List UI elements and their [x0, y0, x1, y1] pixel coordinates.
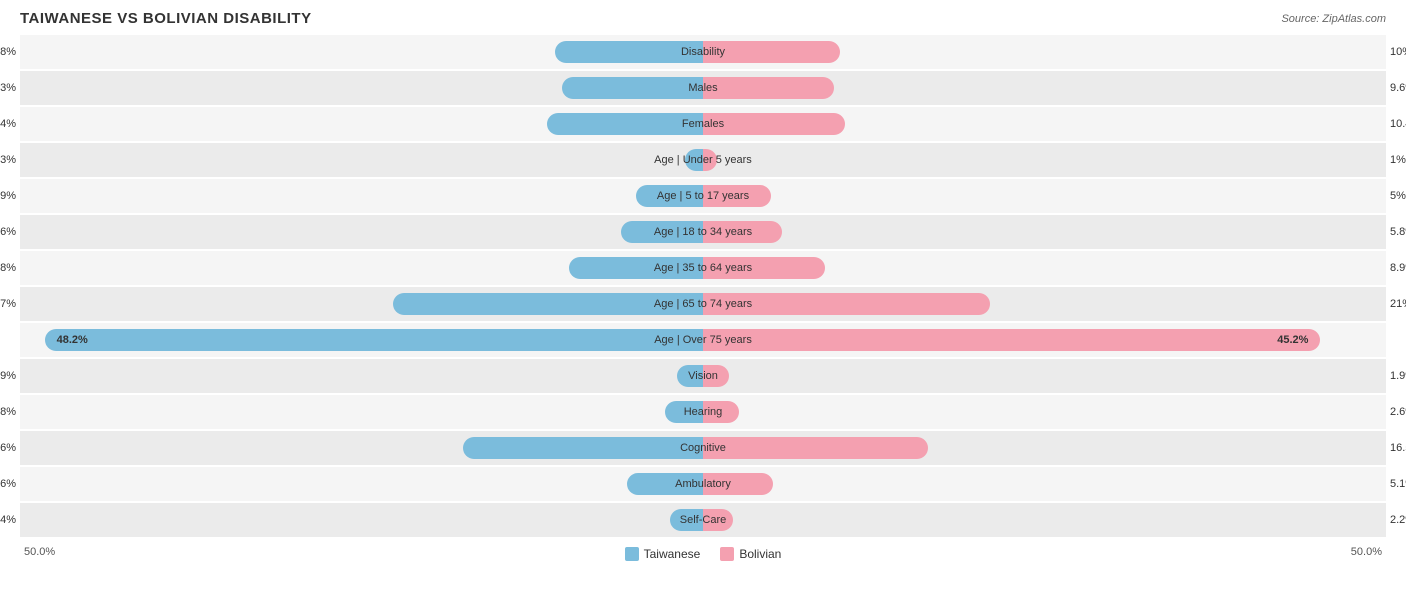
bar-row: 4.9%Age | 5 to 17 years5% — [20, 179, 1386, 213]
legend-bolivian: Bolivian — [720, 547, 781, 561]
bar-row: 11.4%Females10.4% — [20, 107, 1386, 141]
right-value: 21% — [1386, 298, 1406, 310]
left-value: 9.8% — [0, 262, 20, 274]
right-value: 9.6% — [1386, 82, 1406, 94]
left-value: 2.8% — [0, 406, 20, 418]
bar-row: 5.6%Ambulatory5.1% — [20, 467, 1386, 501]
right-value: 5.1% — [1386, 478, 1406, 490]
bolivian-label: Bolivian — [739, 547, 781, 561]
chart-container: 10.8%Disability10%10.3%Males9.6%11.4%Fem… — [20, 35, 1386, 537]
bar-row: 10.8%Disability10% — [20, 35, 1386, 69]
left-value: 1.3% — [0, 154, 20, 166]
right-value: 8.9% — [1386, 262, 1406, 274]
legend: Taiwanese Bolivian — [625, 547, 782, 561]
left-value: 10.3% — [0, 82, 20, 94]
bar-row: 2.4%Self-Care2.2% — [20, 503, 1386, 537]
left-value: 11.4% — [0, 118, 20, 130]
right-value: 2.6% — [1386, 406, 1406, 418]
right-value: 1% — [1386, 154, 1406, 166]
right-value: 5% — [1386, 190, 1406, 202]
footer-left-value: 50.0% — [24, 546, 55, 558]
left-value: 48.2% — [57, 334, 92, 346]
left-value: 17.6% — [0, 442, 20, 454]
left-value: 5.6% — [0, 478, 20, 490]
bar-row: 9.8%Age | 35 to 64 years8.9% — [20, 251, 1386, 285]
bar-row: 6%Age | 18 to 34 years5.8% — [20, 215, 1386, 249]
right-value: 5.8% — [1386, 226, 1406, 238]
bar-row: 48.2%Age | Over 75 years45.2% — [20, 323, 1386, 357]
footer-right-value: 50.0% — [1351, 546, 1382, 558]
legend-taiwanese: Taiwanese — [625, 547, 701, 561]
bar-row: 22.7%Age | 65 to 74 years21% — [20, 287, 1386, 321]
bar-row: 17.6%Cognitive16.5% — [20, 431, 1386, 465]
right-value: 1.9% — [1386, 370, 1406, 382]
bar-row: 10.3%Males9.6% — [20, 71, 1386, 105]
bar-row: 1.3%Age | Under 5 years1% — [20, 143, 1386, 177]
bar-row: 2.8%Hearing2.6% — [20, 395, 1386, 429]
source-label: Source: ZipAtlas.com — [1281, 13, 1386, 25]
right-value: 45.2% — [1273, 334, 1308, 346]
left-value: 2.4% — [0, 514, 20, 526]
left-value: 4.9% — [0, 190, 20, 202]
right-value: 16.5% — [1386, 442, 1406, 454]
left-value: 10.8% — [0, 46, 20, 58]
taiwanese-label: Taiwanese — [644, 547, 701, 561]
right-value: 2.2% — [1386, 514, 1406, 526]
bolivian-color-box — [720, 547, 734, 561]
bar-row: 1.9%Vision1.9% — [20, 359, 1386, 393]
taiwanese-color-box — [625, 547, 639, 561]
left-value: 22.7% — [0, 298, 20, 310]
left-value: 6% — [0, 226, 20, 238]
chart-title: TAIWANESE VS BOLIVIAN DISABILITY — [20, 10, 312, 27]
left-value: 1.9% — [0, 370, 20, 382]
right-value: 10.4% — [1386, 118, 1406, 130]
right-value: 10% — [1386, 46, 1406, 58]
